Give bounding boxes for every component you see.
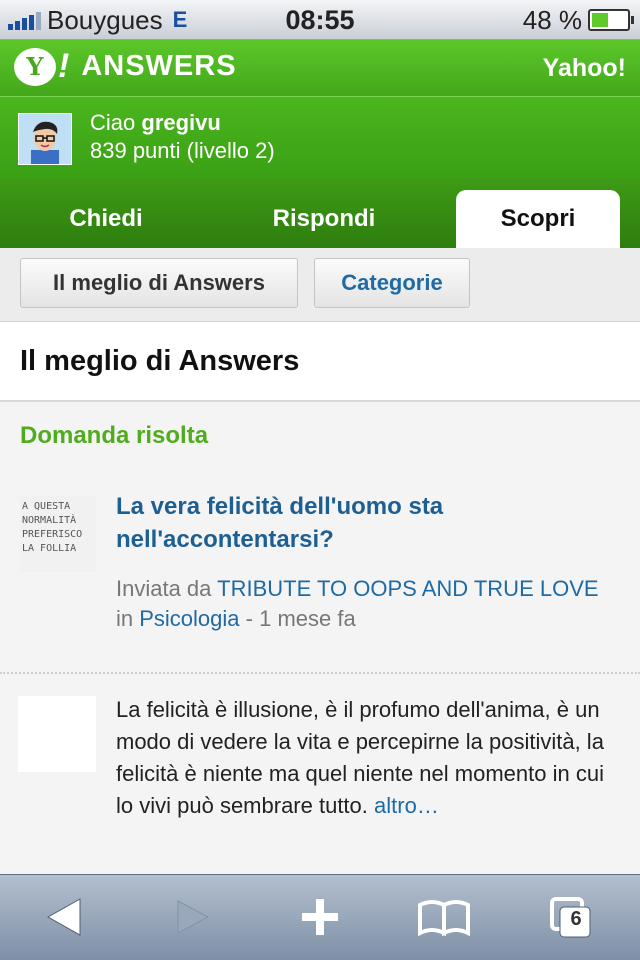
page-title: Il meglio di Answers	[20, 345, 300, 377]
answer-body: La felicità è illusione, è il profumo de…	[116, 694, 626, 822]
status-bar: Bouygues E 08:55 48 %	[0, 0, 640, 40]
question-meta: Inviata da TRIBUTE TO OOPS AND TRUE LOVE…	[116, 574, 616, 634]
avatar[interactable]	[18, 113, 72, 165]
category-link[interactable]: Psicologia	[139, 606, 239, 631]
author-link[interactable]: TRIBUTE TO OOPS AND TRUE LOVE	[217, 576, 598, 601]
tab-chiedi[interactable]: Chiedi	[0, 190, 212, 248]
question-time: - 1 mese fa	[245, 606, 356, 631]
divider	[0, 672, 640, 674]
answer-text: La felicità è illusione, è il profumo de…	[116, 697, 604, 818]
app-header: Y ! ANSWERS Yahoo!	[0, 40, 640, 96]
question-title[interactable]: La vera felicità dell'uomo sta nell'acco…	[116, 490, 616, 556]
battery-fill	[592, 13, 608, 27]
greeting-line: Ciao gregivu	[90, 109, 275, 137]
logo-text: ANSWERS	[81, 50, 237, 82]
user-points: 839 punti (livello 2)	[90, 138, 275, 163]
section-label: Domanda risolta	[20, 422, 209, 449]
question-thumbnail[interactable]: A QUESTA NORMALITÀ PREFERISCO LA FOLLIA	[20, 496, 96, 572]
pages-icon[interactable]: 6	[540, 891, 604, 943]
logo-bang: !	[58, 47, 70, 85]
user-bar: Ciao gregivu 839 punti (livello 2)	[0, 96, 640, 178]
yahoo-link[interactable]: Yahoo!	[543, 40, 626, 96]
tab-scopri[interactable]: Scopri	[456, 190, 620, 248]
main-tabs: Chiedi Rispondi Scopri	[0, 178, 640, 248]
back-arrow-icon[interactable]	[34, 891, 98, 943]
pages-count: 6	[570, 908, 582, 930]
status-right: 48 %	[522, 0, 634, 40]
book-icon[interactable]	[412, 891, 476, 943]
browser-toolbar: 6	[0, 874, 640, 960]
page-title-bar: Il meglio di Answers	[0, 322, 640, 402]
sent-by-label: Inviata da	[116, 576, 212, 601]
logo-mark: Y	[14, 47, 56, 86]
best-of-answers-button[interactable]: Il meglio di Answers	[20, 258, 298, 308]
more-link[interactable]: altro…	[374, 793, 439, 818]
avatar-illustration	[19, 114, 71, 164]
battery-percent: 48 %	[522, 4, 582, 35]
answer-avatar	[18, 696, 96, 772]
sub-navigation: Il meglio di Answers Categorie	[0, 248, 640, 322]
username[interactable]: gregivu	[141, 110, 220, 135]
user-info: Ciao gregivu 839 punti (livello 2)	[90, 109, 275, 165]
battery-icon	[588, 9, 634, 31]
yahoo-answers-logo[interactable]: Y ! ANSWERS	[14, 47, 237, 86]
in-label: in	[116, 606, 134, 631]
plus-icon[interactable]	[288, 891, 352, 943]
categories-button[interactable]: Categorie	[314, 258, 470, 308]
tab-rispondi[interactable]: Rispondi	[218, 190, 430, 248]
greeting: Ciao	[90, 110, 136, 135]
forward-arrow-icon[interactable]	[160, 891, 224, 943]
